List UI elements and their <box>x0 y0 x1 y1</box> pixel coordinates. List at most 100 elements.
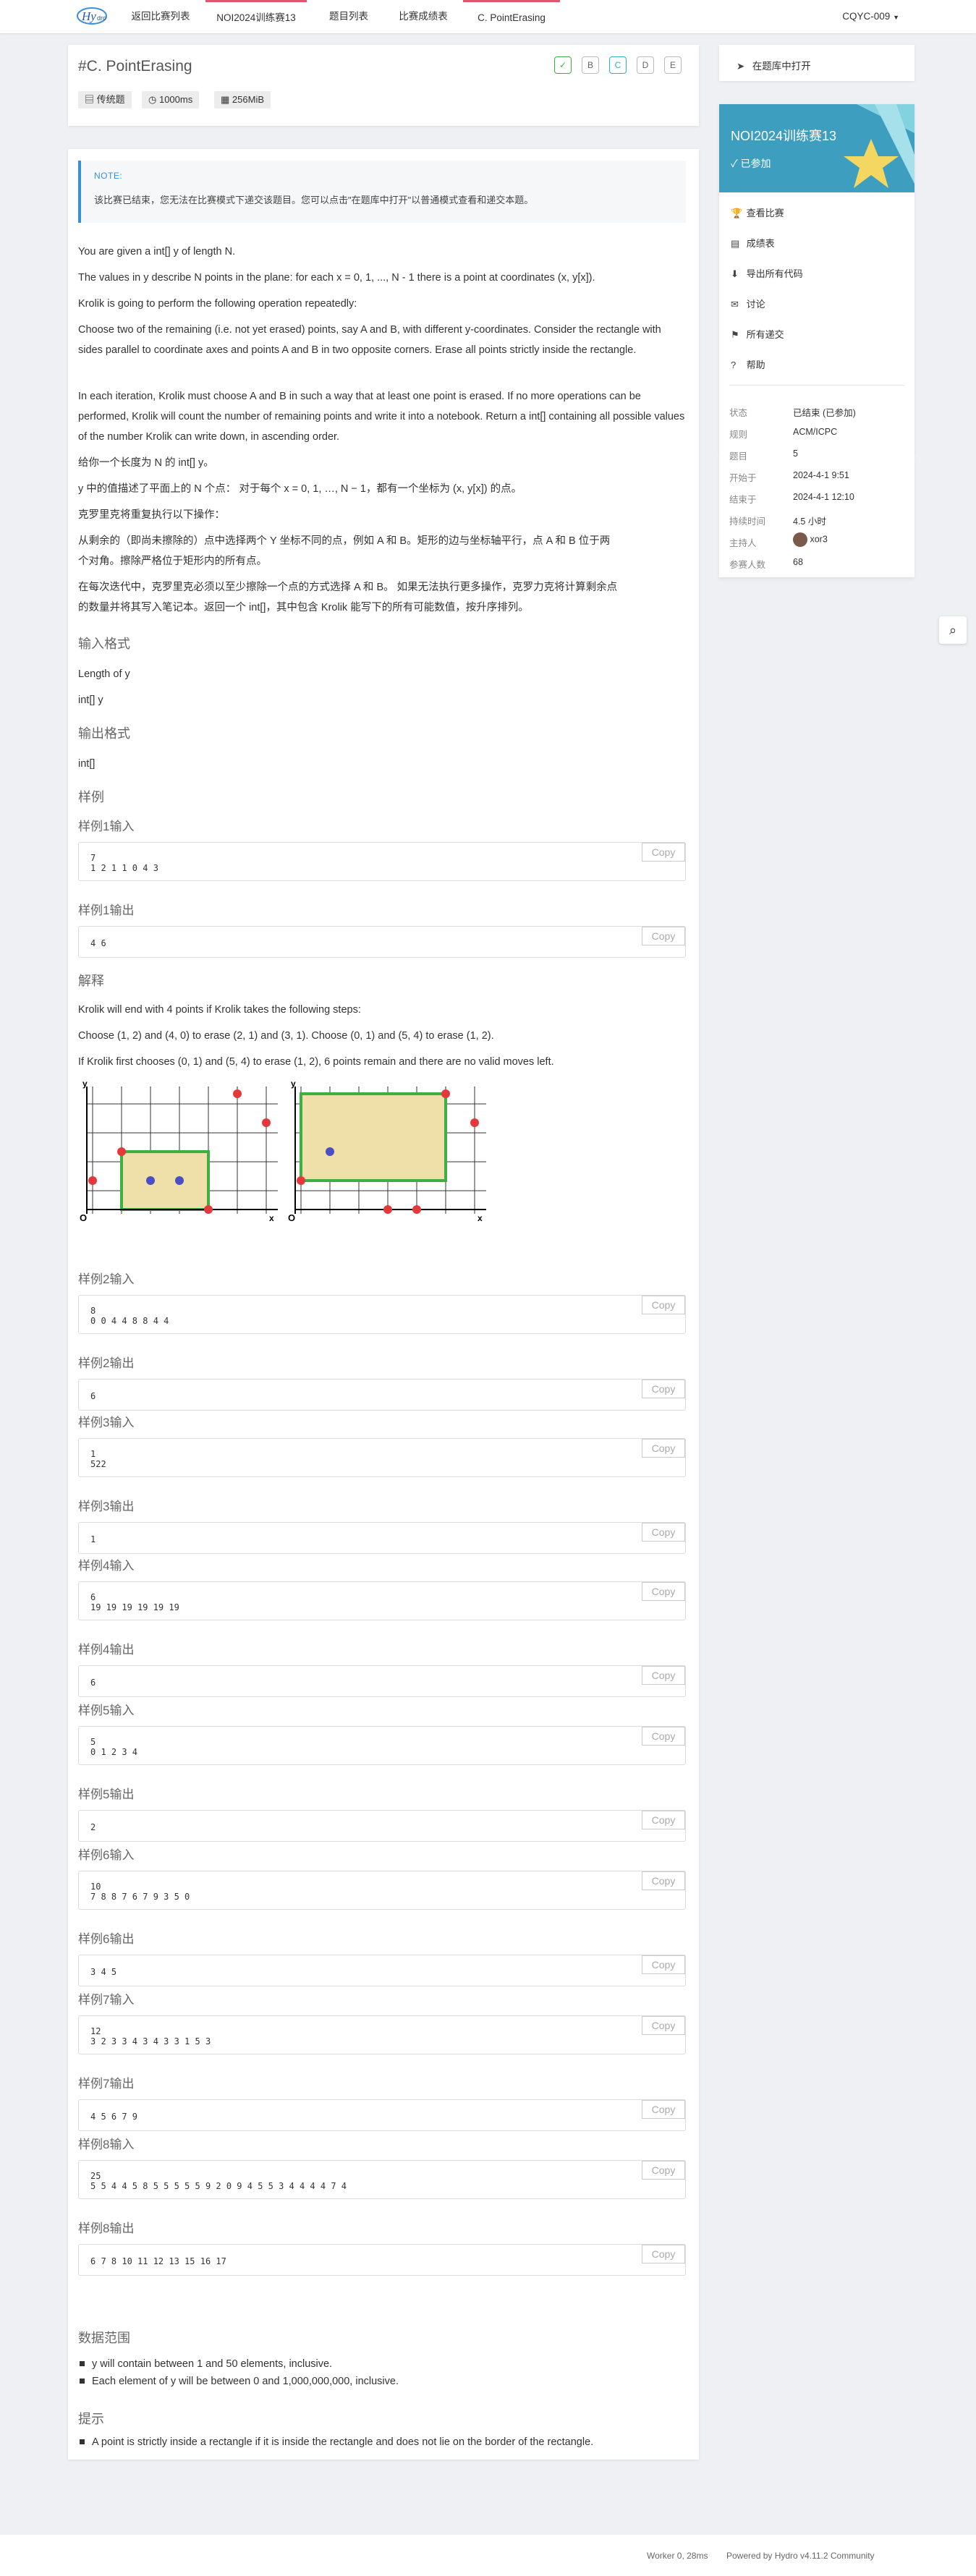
problem-type-badge: ▤ 传统题 <box>78 91 132 109</box>
hydro-logo[interactable]: Hy dro <box>75 3 109 29</box>
sample-2-out-label: 样例2输出 <box>78 1356 135 1370</box>
statement-cn-2: y 中的值描述了平面上的 N 个点： 对于每个 x = 0, 1, …, N −… <box>78 483 522 495</box>
note-heading: NOTE: <box>94 171 123 181</box>
time-limit: 1000ms <box>158 94 193 105</box>
statement-cn-4a: 从剩余的（即尚未擦除的）点中选择两个 Y 坐标不同的点，例如 A 和 B。矩形的… <box>78 535 611 547</box>
problem-A-accepted-icon[interactable]: ✓ <box>554 56 572 74</box>
copy-button[interactable]: Copy <box>642 1666 685 1685</box>
sidebar-item-help[interactable]: ? 帮助 <box>731 357 765 371</box>
sample-6-out-label: 样例6输出 <box>78 1932 135 1946</box>
nav-contest[interactable]: NOI2024训练赛13 <box>205 0 307 33</box>
memory-limit: 256MiB <box>232 94 264 105</box>
statement-cn-5a: 在每次迭代中，克罗里克必须以至少擦除一个点的方式选择 A 和 B。 如果无法执行… <box>78 582 618 593</box>
sample-3-out-label: 样例3输出 <box>78 1500 135 1513</box>
sample-6-in-block: 10 7 8 8 7 6 7 9 3 5 0 Copy <box>78 1871 686 1910</box>
label: 查看比赛 <box>746 208 784 218</box>
copy-button[interactable]: Copy <box>642 1582 685 1601</box>
memory-icon: ▦ <box>221 94 230 105</box>
copy-button[interactable]: Copy <box>642 843 685 862</box>
info-problems: 5 <box>793 449 798 459</box>
nav-current-problem[interactable]: C. PointErasing <box>463 0 560 33</box>
copy-button[interactable]: Copy <box>642 1871 685 1890</box>
statement-p2: The values in y describe N points in the… <box>78 272 595 284</box>
info-end: 2024-4-1 12:10 <box>793 492 854 502</box>
sample-2-out-text: 6 <box>90 1391 96 1401</box>
output-format-l1: int[] <box>78 758 96 770</box>
explanation-figure-1: y x O <box>80 1079 278 1223</box>
username: CQYC-009 <box>842 11 891 22</box>
copy-button[interactable]: Copy <box>642 1523 685 1542</box>
sample-7-out-text: 4 5 6 7 9 <box>90 2112 138 2122</box>
sample-6-in-text: 10 7 8 8 7 6 7 9 3 5 0 <box>90 1882 190 1902</box>
copy-button[interactable]: Copy <box>642 2100 685 2119</box>
constraint-1: y will contain between 1 and 50 elements… <box>78 2358 332 2370</box>
sample-5-out-block: 2 Copy <box>78 1810 686 1842</box>
top-nav: Hy dro 返回比赛列表 NOI2024训练赛13 题目列表 比赛成绩表 C. … <box>0 0 976 33</box>
sample-4-in-label: 样例4输入 <box>78 1559 135 1573</box>
copy-button[interactable]: Copy <box>642 1296 685 1314</box>
label: 导出所有代码 <box>746 268 803 279</box>
copy-button[interactable]: Copy <box>642 1727 685 1746</box>
search-icon[interactable]: ⌕ <box>939 616 967 644</box>
nav-scoreboard[interactable]: 比赛成绩表 <box>391 0 456 33</box>
explanation-figure-2: y x O <box>288 1079 486 1223</box>
sidebar-item-view-contest[interactable]: 🏆 查看比赛 <box>731 205 784 219</box>
nav-problem-list[interactable]: 题目列表 <box>313 0 385 33</box>
user-menu[interactable]: CQYC-009 ▼ <box>842 0 899 33</box>
input-format-l2: int[] y <box>78 694 103 706</box>
copy-button[interactable]: Copy <box>642 2245 685 2263</box>
statement-cn-1: 给你一个长度为 N 的 int[] y。 <box>78 457 214 469</box>
nav-back-to-contests[interactable]: 返回比赛列表 <box>122 0 200 33</box>
problem-type: 传统题 <box>96 94 125 105</box>
axis-x-label: x <box>478 1213 483 1223</box>
statement-p1: You are given a int[] y of length N. <box>78 246 236 258</box>
sample-6-in-label: 样例6输入 <box>78 1848 135 1862</box>
open-in-problemset-link[interactable]: ➤ 在题库中打开 <box>737 58 881 72</box>
sample-1-in-text: 7 1 2 1 1 0 4 3 <box>90 853 158 873</box>
download-icon: ⬇ <box>731 268 739 279</box>
origin-label: O <box>288 1212 295 1223</box>
problem-E-link[interactable]: E <box>664 56 682 74</box>
info-rule: ACM/ICPC <box>793 427 838 437</box>
sample-3-in-block: 1 522 Copy <box>78 1438 686 1477</box>
problem-C-link[interactable]: C <box>609 56 627 74</box>
copy-button[interactable]: Copy <box>642 1955 685 1974</box>
label: 帮助 <box>746 360 765 370</box>
copy-button[interactable]: Copy <box>642 1811 685 1829</box>
statement-p4: Choose two of the remaining (i.e. not ye… <box>78 324 661 356</box>
copy-button[interactable]: Copy <box>642 2161 685 2180</box>
joined-status: ✓ 已参加 <box>731 158 771 169</box>
host-name: xor3 <box>810 534 828 545</box>
explanation-heading: 解释 <box>78 974 104 988</box>
origin-label: O <box>80 1212 87 1223</box>
statement-p5: In each iteration, Krolik must choose A … <box>78 391 685 443</box>
sidebar-item-export-code[interactable]: ⬇ 导出所有代码 <box>731 266 803 280</box>
sidebar-item-discuss[interactable]: ✉ 讨论 <box>731 297 765 310</box>
input-format-l1: Length of y <box>78 668 130 680</box>
axis-x-label: x <box>269 1213 274 1223</box>
samples-heading: 样例 <box>78 790 104 804</box>
copy-button[interactable]: Copy <box>642 2016 685 2035</box>
problem-D-link[interactable]: D <box>637 56 654 74</box>
note-body: 该比赛已结束，您无法在比赛模式下递交该题目。您可以点击"在题库中打开"以普通模式… <box>94 195 534 205</box>
statement-p3: Krolik is going to perform the following… <box>78 298 357 310</box>
sample-3-out-block: 1 Copy <box>78 1522 686 1554</box>
sidebar-item-submissions[interactable]: ⚑ 所有递交 <box>731 327 784 341</box>
sidebar-item-scoreboard[interactable]: ▤ 成绩表 <box>731 236 775 250</box>
flag-icon: ⚑ <box>731 329 739 340</box>
powered-by-link[interactable]: Powered by Hydro v4.11.2 Community <box>726 2551 875 2561</box>
copy-button[interactable]: Copy <box>642 1380 685 1398</box>
info-host[interactable]: xor3 <box>793 532 828 547</box>
sample-1-in-block: 7 1 2 1 1 0 4 3 Copy <box>78 842 686 881</box>
sample-3-out-text: 1 <box>90 1534 96 1544</box>
copy-button[interactable]: Copy <box>642 1439 685 1458</box>
sample-1-out-block: 4 6 Copy <box>78 926 686 958</box>
info-status: 已结束 (已参加) <box>793 408 856 418</box>
constraints-heading: 数据范围 <box>78 2331 130 2345</box>
avatar <box>793 532 807 547</box>
problem-B-link[interactable]: B <box>582 56 599 74</box>
sample-2-in-block: 8 0 0 4 4 8 8 4 4 Copy <box>78 1295 686 1334</box>
contest-ended-note: NOTE: 该比赛已结束，您无法在比赛模式下递交该题目。您可以点击"在题库中打开… <box>78 161 686 223</box>
caret-down-icon: ▼ <box>893 14 899 21</box>
copy-button[interactable]: Copy <box>642 927 685 945</box>
